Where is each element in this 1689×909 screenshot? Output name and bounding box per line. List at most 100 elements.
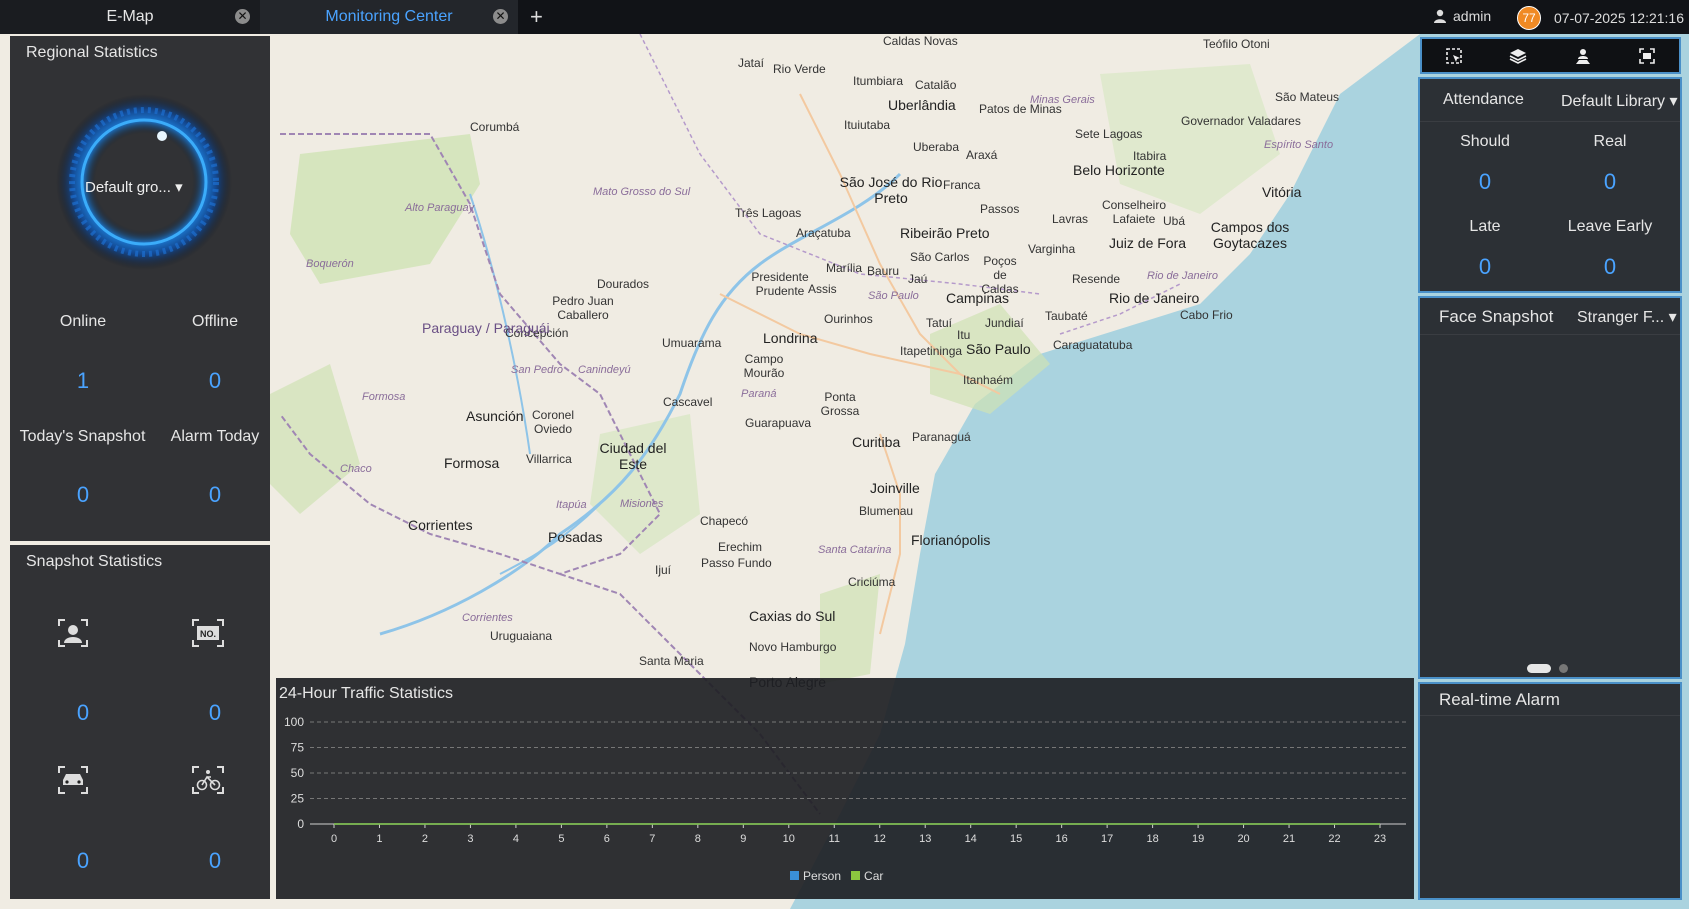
map-label: Ourinhos [824, 312, 873, 326]
map-label: Londrina [763, 330, 818, 346]
divider [1420, 334, 1680, 335]
late-label: Late [1469, 218, 1501, 235]
y-tick-label: 50 [291, 766, 305, 780]
user-menu[interactable]: admin [1433, 8, 1491, 24]
x-tick-label: 17 [1101, 833, 1113, 845]
close-icon[interactable]: ✕ [493, 9, 508, 24]
map-toolbar [1420, 37, 1681, 74]
map-label: Belo Horizonte [1073, 162, 1165, 178]
legend-swatch [790, 871, 799, 880]
map-region-label: Formosa [362, 391, 406, 403]
chevron-down-icon: ▾ [175, 179, 183, 196]
map-label: Coronel Oviedo [531, 408, 575, 436]
map-label: Jundiaí [985, 316, 1024, 330]
face-snapshot-title: Face Snapshot [1439, 307, 1554, 326]
attendance-panel: Attendance Default Library ▾ Should Real… [1418, 77, 1682, 293]
map-label: Dourados [597, 277, 650, 291]
close-icon[interactable]: ✕ [235, 9, 250, 24]
layers-icon[interactable] [1509, 47, 1527, 65]
attendance-title: Attendance [1443, 91, 1524, 108]
map-label: Itabira [1133, 149, 1167, 163]
map-label: Governador Valadares [1181, 114, 1301, 128]
map-label: Villarrica [526, 452, 572, 466]
map-label: São Mateus [1275, 90, 1340, 104]
map-label: Campos dos Goytacazes [1210, 219, 1290, 251]
divider [1420, 121, 1680, 122]
face-icon [58, 619, 88, 647]
map-region-label: Santa Catarina [818, 544, 892, 556]
carousel-dot[interactable] [1559, 664, 1568, 673]
chevron-down-icon: ▾ [1669, 93, 1678, 110]
location-person-icon[interactable] [1574, 47, 1592, 65]
top-bar: E-Map ✕ Monitoring Center ✕ + admin 77 0… [0, 0, 1689, 36]
map-label: Assis [808, 282, 837, 296]
plate-snapshot-count: 0 [208, 700, 222, 725]
select-area-icon[interactable] [1445, 47, 1463, 65]
stranger-filter-select[interactable]: Stranger F... ▾ [1577, 307, 1677, 327]
x-tick-label: 0 [331, 833, 337, 845]
map-label: Campinas [946, 290, 1010, 306]
x-tick-label: 22 [1328, 833, 1340, 845]
panel-title: Snapshot Statistics [26, 553, 163, 570]
tab-emap-label: E-Map [106, 8, 154, 25]
map-label: Conselheiro Lafaiete [1101, 198, 1167, 226]
y-tick-label: 100 [284, 715, 304, 729]
x-tick-label: 18 [1146, 833, 1158, 845]
map-region-label: Itapúa [556, 499, 587, 511]
map-label: Bauru [867, 264, 900, 278]
map-label: Uruguaiana [490, 629, 553, 643]
map-region-label: São Paulo [868, 290, 919, 302]
map-label: Santa Maria [639, 654, 704, 668]
map-label: Resende [1072, 272, 1121, 286]
group-select[interactable]: Default gro... ▾ [85, 178, 183, 196]
regional-statistics-panel: Regional Statistics Default gro... ▾ Onl… [10, 36, 270, 541]
map-label: Ribeirão Preto [900, 225, 990, 241]
realtime-alarm-panel: Real-time Alarm [1418, 682, 1682, 900]
x-tick-label: 2 [422, 833, 428, 845]
y-tick-label: 75 [291, 741, 305, 755]
offline-label: Offline [192, 313, 238, 330]
user-name: admin [1453, 8, 1492, 24]
legend-item-car[interactable]: Car [851, 869, 883, 883]
snapshot-statistics-panel: Snapshot Statistics NO. 0 0 0 0 [10, 545, 270, 899]
map-region-label: Misiones [620, 498, 664, 510]
map-label: Corrientes [408, 517, 473, 533]
add-tab-button[interactable]: + [530, 4, 543, 30]
plate-icon-text: NO. [200, 629, 216, 639]
non-motor-vehicle-icon [192, 766, 224, 794]
map-label: Corumbá [470, 120, 520, 134]
fullscreen-icon[interactable] [1638, 47, 1656, 65]
legend-item-person[interactable]: Person [790, 869, 841, 883]
leave-early-count: 0 [1603, 254, 1617, 279]
map-label: Itapetininga [900, 344, 963, 358]
legend-swatch [851, 871, 861, 880]
traffic-chart-panel: 24-Hour Traffic Statistics 0 25 50 75 100 0 1 2… [276, 678, 1414, 899]
tab-emap[interactable]: E-Map ✕ [0, 0, 260, 34]
x-tick-label: 12 [874, 833, 886, 845]
map-label: Florianópolis [911, 532, 991, 548]
map-region-label: Chaco [340, 463, 372, 475]
map-label: São José do Rio Preto [839, 174, 943, 206]
x-tick-label: 8 [695, 833, 701, 845]
map-label: Caraguatatuba [1053, 338, 1133, 352]
map-region-label: Corrientes [462, 612, 513, 624]
chevron-down-icon: ▾ [1668, 309, 1677, 326]
map-region-label: Minas Gerais [1030, 94, 1095, 106]
today-snapshot-label: Today's Snapshot [19, 428, 146, 445]
map-label: Passo Fundo [701, 556, 772, 570]
map-label: Uberlândia [888, 97, 956, 113]
map-label: Caldas Novas [883, 34, 958, 48]
map-label: Tatuí [926, 316, 953, 330]
online-count: 1 [76, 368, 90, 393]
x-tick-label: 21 [1283, 833, 1295, 845]
map-label: Joinville [870, 480, 920, 496]
notification-badge[interactable]: 77 [1517, 6, 1541, 30]
traffic-chart: 02550751000 1 2 3 4 5 6 7 8 9 10 11 12 13 14 15 16 17 18 19… [284, 715, 1406, 845]
library-select[interactable]: Default Library ▾ [1561, 91, 1678, 111]
tab-monitoring-center[interactable]: Monitoring Center ✕ [260, 0, 518, 34]
tab-monitoring-label: Monitoring Center [325, 8, 453, 25]
vehicle-icon [58, 766, 88, 794]
map-label: Ponta Grossa [820, 390, 860, 418]
carousel-dot-active[interactable] [1527, 664, 1551, 673]
library-select-value: Default Library [1561, 93, 1666, 110]
